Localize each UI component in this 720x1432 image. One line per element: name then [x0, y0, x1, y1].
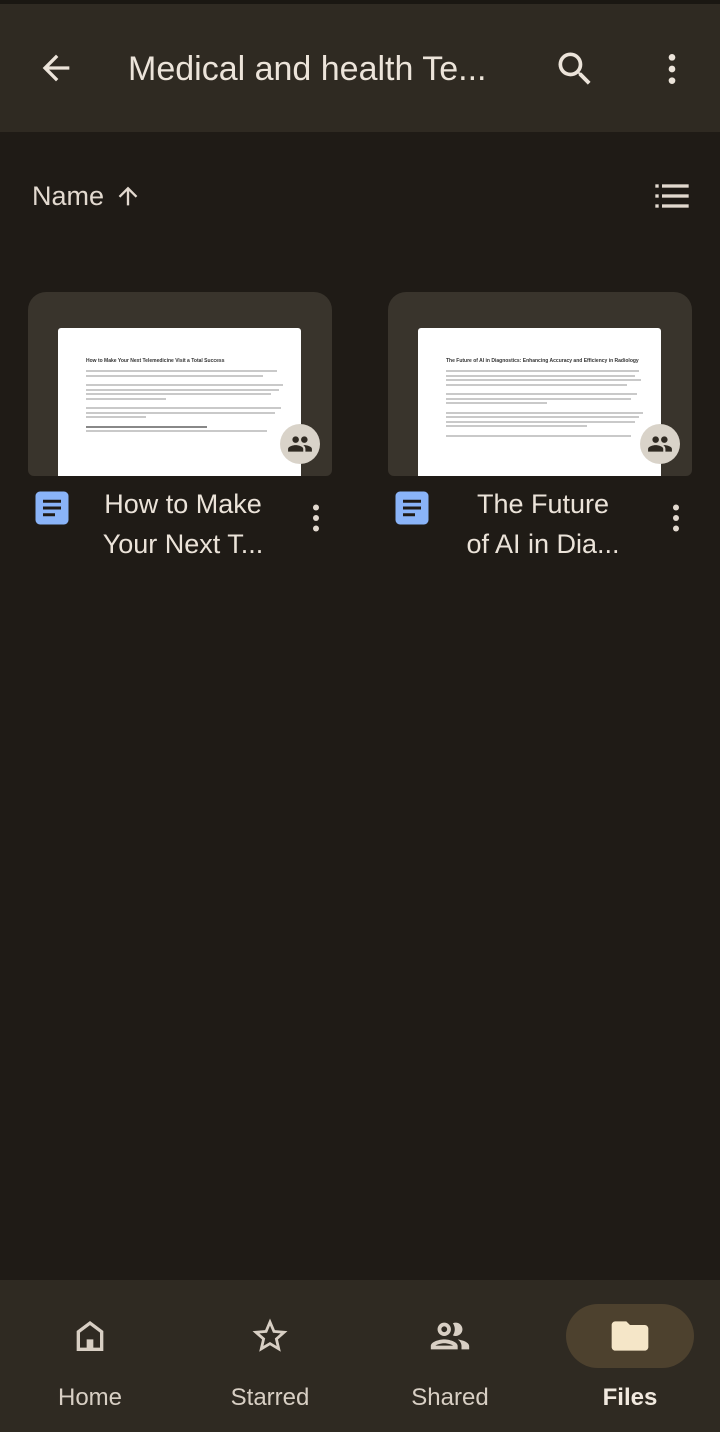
file-card[interactable]: How to Make Your Next Telemedicine Visit… — [28, 292, 332, 572]
nav-files-icon-container — [566, 1304, 694, 1368]
more-vert-icon — [673, 504, 679, 532]
nav-files-label: Files — [602, 1384, 658, 1411]
file-name-line1: How to Make — [104, 489, 262, 519]
nav-shared[interactable]: Shared — [360, 1280, 540, 1432]
nav-starred-label: Starred — [230, 1384, 310, 1411]
people-outline-icon — [430, 1322, 470, 1350]
nav-shared-label: Shared — [411, 1384, 489, 1411]
list-view-icon — [655, 184, 689, 208]
nav-home-label: Home — [57, 1384, 123, 1411]
back-button[interactable] — [24, 28, 88, 108]
file-name-line1: The Future — [476, 489, 610, 519]
top-app-bar: Medical and health Te... — [0, 4, 720, 132]
file-name: The Future of AI in Dia... — [448, 484, 638, 564]
file-name-line2: of AI in Dia... — [466, 529, 620, 559]
document-preview: The Future of AI in Diagnostics: Enhanci… — [418, 328, 661, 476]
star-icon — [252, 1318, 288, 1352]
preview-title: How to Make Your Next Telemedicine Visit… — [86, 358, 225, 364]
nav-starred[interactable]: Starred — [180, 1280, 360, 1432]
file-more-button[interactable] — [296, 488, 336, 548]
document-preview: How to Make Your Next Telemedicine Visit… — [58, 328, 301, 476]
google-docs-icon — [35, 491, 69, 525]
people-icon — [648, 436, 672, 452]
shared-badge — [280, 424, 320, 464]
google-docs-icon — [395, 491, 429, 525]
file-name: How to Make Your Next T... — [88, 484, 278, 564]
nav-home[interactable]: Home — [0, 1280, 180, 1432]
file-name-line2: Your Next T... — [102, 529, 264, 559]
home-icon — [76, 1321, 104, 1351]
arrow-back-icon — [42, 54, 70, 82]
file-meta: The Future of AI in Dia... — [388, 476, 692, 572]
preview-title: The Future of AI in Diagnostics: Enhanci… — [446, 358, 639, 364]
file-more-button[interactable] — [656, 488, 696, 548]
sort-by-name-button[interactable]: Name — [32, 172, 142, 220]
bottom-navigation: Home Starred Shared Files — [0, 1280, 720, 1432]
nav-home-icon-container — [46, 1304, 134, 1368]
search-icon — [558, 52, 591, 85]
list-view-toggle[interactable] — [644, 172, 700, 220]
file-card[interactable]: The Future of AI in Diagnostics: Enhanci… — [388, 292, 692, 572]
shared-badge — [640, 424, 680, 464]
sort-bar: Name — [0, 160, 720, 232]
nav-shared-icon-container — [406, 1304, 494, 1368]
folder-icon — [611, 1321, 649, 1351]
file-meta: How to Make Your Next T... — [28, 476, 332, 572]
nav-files[interactable]: Files — [540, 1280, 720, 1432]
sort-label: Name — [32, 180, 105, 211]
file-thumbnail[interactable]: The Future of AI in Diagnostics: Enhanci… — [388, 292, 692, 476]
folder-title: Medical and health Te... — [128, 50, 487, 88]
nav-starred-icon-container — [226, 1304, 314, 1368]
arrow-upward-icon — [118, 186, 138, 206]
more-options-button[interactable] — [640, 34, 704, 104]
more-vert-icon — [668, 54, 676, 84]
file-thumbnail[interactable]: How to Make Your Next Telemedicine Visit… — [28, 292, 332, 476]
people-icon — [288, 436, 312, 452]
search-button[interactable] — [540, 34, 610, 104]
more-vert-icon — [313, 504, 319, 532]
